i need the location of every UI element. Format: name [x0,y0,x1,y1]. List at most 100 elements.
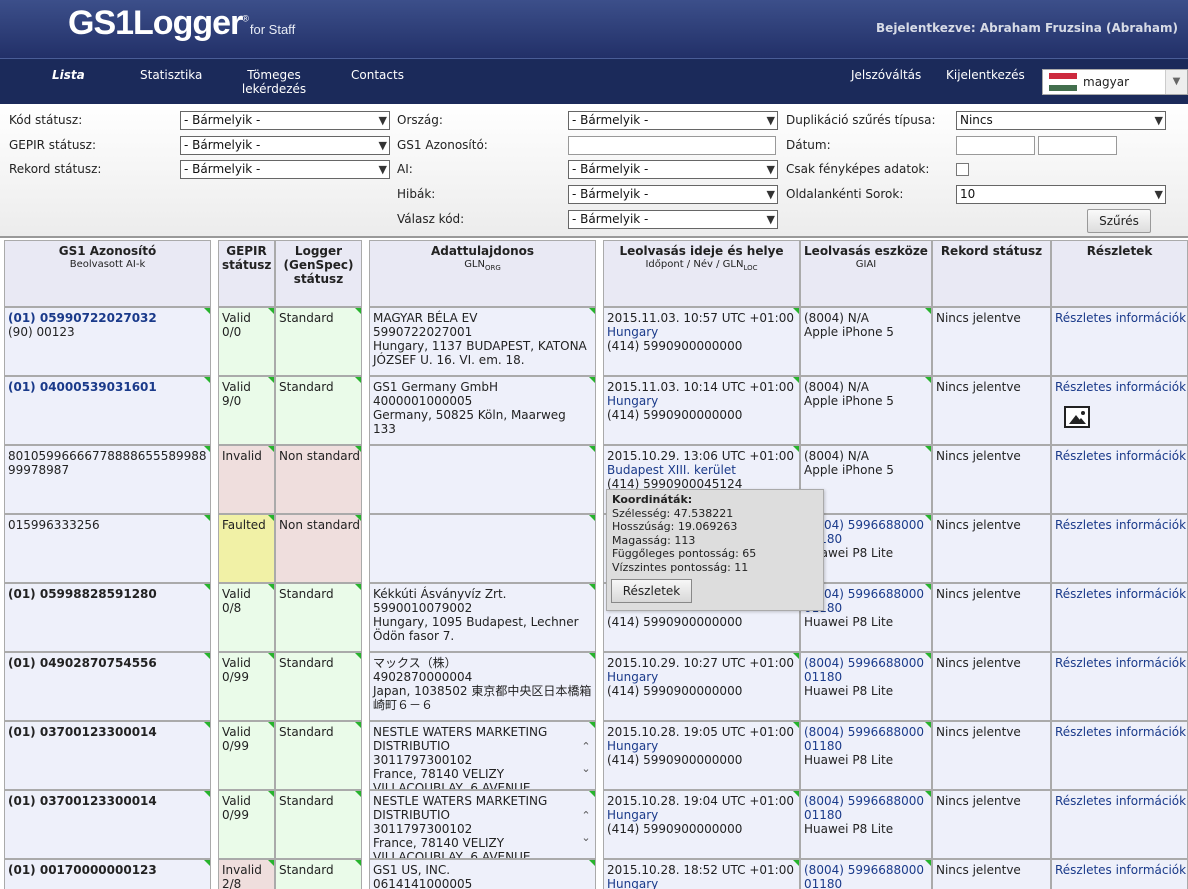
details-link[interactable]: Részletes információk [1055,518,1186,532]
status-marker-icon [925,584,931,590]
date-from-input[interactable] [956,136,1035,155]
header-record-status[interactable]: Rekord státusz [932,240,1051,307]
scan-time: 2015.11.03. 10:14 UTC +01:00 [607,380,794,394]
device-name: Huawei P8 Lite [804,615,894,629]
data-owner-line: GS1 Germany GmbH [373,380,498,394]
owner-scroll-arrows[interactable]: ⌃ ⌄ [580,805,592,849]
scan-place-link[interactable]: Hungary [607,394,796,408]
gs1logger-logo[interactable]: GS1Logger®for Staff [68,4,295,43]
popup-horizontal-accuracy: Vízszintes pontosság: 11 [612,560,749,574]
popup-details-button[interactable]: Részletek [611,579,692,603]
owner-scroll-arrows[interactable]: ⌃ ⌄ [580,736,592,780]
header-gs1-id-sub: Beolvasott AI-k [69,259,146,270]
status-marker-icon [589,791,595,797]
header-gepir-status[interactable]: GEPIR státusz [218,240,275,307]
header-scan-device[interactable]: Leolvasás eszköze GIAI [800,240,932,307]
popup-altitude: Magasság: 113 [612,533,696,547]
nav-item-password-change[interactable]: Jelszóváltás [851,68,921,82]
gepir-status-value: Valid [222,311,251,325]
details-link[interactable]: Részletes információk [1055,863,1186,877]
logger-status-cell: Standard [275,721,362,790]
chevron-down-icon[interactable]: ⌄ [580,827,592,849]
country-select[interactable]: - Bármelyik - ▼ [568,111,778,130]
nav-item-tomeges-lekerdezes[interactable]: Tömeges lekérdezés [240,68,308,96]
scan-place-link[interactable]: Hungary [607,877,796,889]
details-link[interactable]: Részletes információk [1055,587,1186,601]
errors-select[interactable]: - Bármelyik - ▼ [568,185,778,204]
hungarian-flag-icon [1049,73,1077,91]
device-giai[interactable]: (8004) 599668800001180 [804,863,928,889]
record-status-cell: Nincs jelentve [932,376,1051,445]
scan-place-link[interactable]: Budapest XIII. kerület [607,463,796,477]
device-giai[interactable]: (8004) 599668800001180 [804,725,928,753]
scan-time: 2015.10.29. 10:27 UTC +01:00 [607,656,794,670]
device-giai[interactable]: (8004) 599668800001180 [804,794,928,822]
scan-time: 2015.10.29. 13:06 UTC +01:00 [607,449,794,463]
header-gs1-id-label: GS1 Azonosító [58,244,157,258]
gs1-id-value[interactable]: (01) 04000539031601 [8,380,207,394]
gepir-status-cell: Valid 0/99 [218,721,275,790]
photo-only-checkbox[interactable] [956,163,969,176]
ai-select[interactable]: - Bármelyik - ▼ [568,160,778,179]
details-link[interactable]: Részletes információk [1055,449,1186,463]
details-link[interactable]: Részletes információk [1055,380,1186,394]
scan-place-link[interactable]: Hungary [607,808,796,822]
gepir-status-select[interactable]: - Bármelyik - ▼ [180,136,390,155]
country-value: - Bármelyik - [572,113,649,127]
gs1-id-input[interactable] [568,136,776,155]
status-marker-icon [204,377,210,383]
status-marker-icon [793,308,799,314]
chevron-up-icon[interactable]: ⌃ [580,736,592,758]
gs1-id-cell: 8010599666677888865558998899978987 [4,445,211,514]
header-gs1-id[interactable]: GS1 Azonosító Beolvasott AI-k [4,240,211,307]
data-owner-line: 4000001000005 [373,394,473,408]
rows-per-page-select[interactable]: 10 ▼ [956,185,1166,204]
data-owner-line: Japan, 1038502 東京都中央区日本橋箱崎町６－６ [373,684,592,712]
nav-item-logout[interactable]: Kijelentkezés [946,68,1025,82]
gs1-id-value[interactable]: (01) 05990722027032 [8,311,207,325]
header-scan-time-place[interactable]: Leolvasás ideje és helye Időpont / Név /… [603,240,800,307]
gepir-status-value: Valid [222,587,251,601]
language-select[interactable]: magyar ▼ [1042,69,1188,95]
scan-place-link[interactable]: Hungary [607,670,796,684]
logger-status-value: Standard [279,311,334,325]
status-marker-icon [355,653,361,659]
record-status-value: Nincs jelentve [936,518,1021,532]
device-giai[interactable]: (8004) 599668800001180 [804,656,928,684]
image-icon[interactable] [1064,406,1090,428]
nav-item-contacts[interactable]: Contacts [351,68,404,82]
chevron-down-icon[interactable]: ⌄ [580,758,592,780]
gs1-id-value: (01) 04902870754556 [8,656,157,670]
response-code-select[interactable]: - Bármelyik - ▼ [568,210,778,229]
scan-place-link[interactable]: Hungary [607,325,796,339]
header-data-owner[interactable]: Adattulajdonos GLNORG [369,240,596,307]
logger-status-cell: Standard [275,583,362,652]
gs1-id-cell: (01) 04000539031601 [4,376,211,445]
duplication-filter-select[interactable]: Nincs ▼ [956,111,1166,130]
header-details[interactable]: Részletek [1051,240,1188,307]
scan-place-link[interactable]: Hungary [607,739,796,753]
details-link[interactable]: Részletes információk [1055,794,1186,808]
date-to-input[interactable] [1038,136,1117,155]
header-logger-status[interactable]: Logger (GenSpec) státusz [275,240,362,307]
nav-item-lista[interactable]: Lista [52,68,85,82]
filter-button[interactable]: Szűrés [1087,209,1151,233]
details-link[interactable]: Részletes információk [1055,311,1186,325]
scan-device-cell: (8004) N/A Apple iPhone 5 [800,307,932,376]
logger-status-value: Standard [279,725,334,739]
ai-label: AI: [397,162,413,176]
chevron-down-icon[interactable]: ▼ [1165,70,1187,94]
code-status-select[interactable]: - Bármelyik - ▼ [180,111,390,130]
details-link[interactable]: Részletes információk [1055,725,1186,739]
record-status-label: Rekord státusz: [9,162,102,176]
chevron-up-icon[interactable]: ⌃ [580,805,592,827]
data-owner-line: Hungary, 1095 Budapest, Lechner Ödön fas… [373,615,579,643]
chevron-down-icon: ▼ [378,139,387,152]
nav-item-statisztika[interactable]: Statisztika [140,68,202,82]
details-cell: Részletes információk [1051,376,1188,445]
logger-status-value: Standard [279,656,334,670]
gepir-status-value: Invalid [222,863,262,877]
record-status-select[interactable]: - Bármelyik - ▼ [180,160,390,179]
details-link[interactable]: Részletes információk [1055,656,1186,670]
date-label: Dátum: [786,138,831,152]
